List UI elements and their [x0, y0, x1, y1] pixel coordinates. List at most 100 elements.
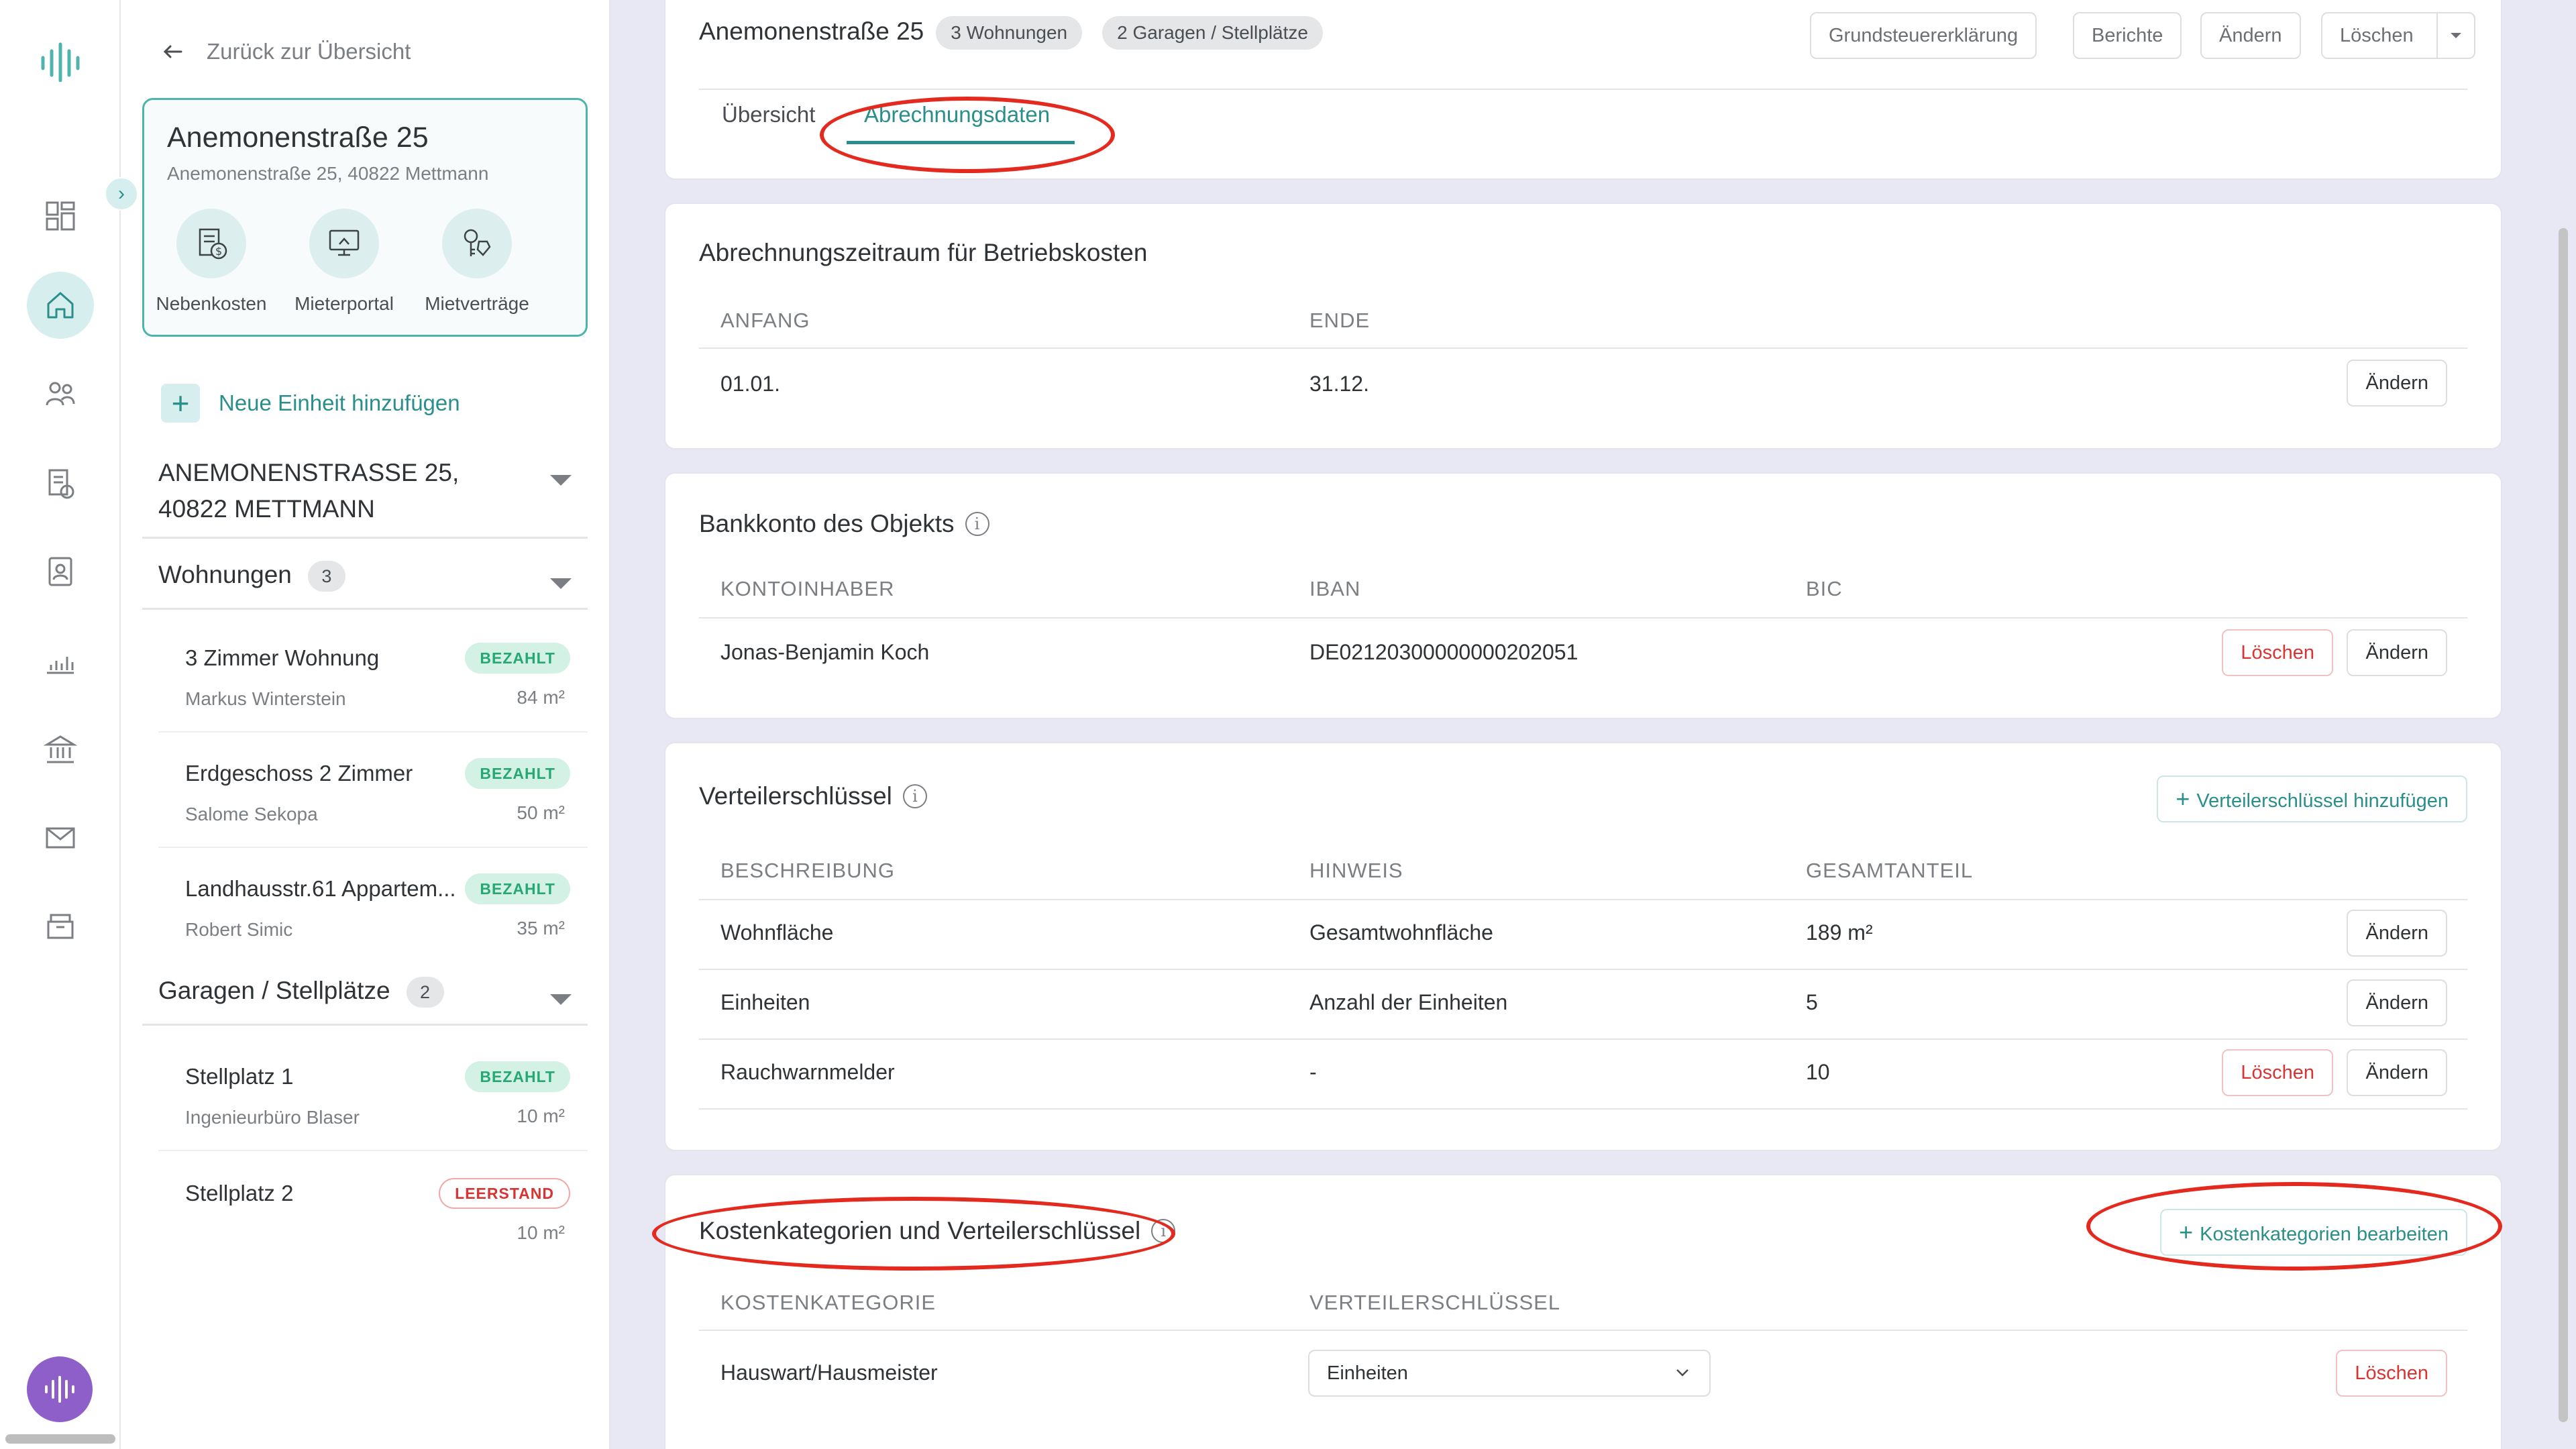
unit-list-item[interactable]: 3 Zimmer Wohnung BEZAHLT Markus Winterst… — [158, 633, 588, 733]
delete-property-label: Löschen — [2340, 25, 2414, 46]
divider — [142, 608, 588, 610]
chart-icon[interactable] — [27, 627, 94, 694]
monitor-icon — [309, 209, 379, 278]
unit-tenant: Ingenieurbüro Blaser — [185, 1107, 360, 1128]
status-badge: BEZAHLT — [465, 643, 570, 674]
archive-icon[interactable] — [27, 892, 94, 959]
plus-icon: + — [161, 384, 200, 423]
garages-count-badge: 2 — [406, 977, 444, 1008]
info-icon[interactable]: i — [965, 512, 989, 536]
divider — [158, 1150, 588, 1151]
status-badge: BEZAHLT — [465, 873, 570, 904]
unit-list-item[interactable]: Stellplatz 1 BEZAHLT Ingenieurbüro Blase… — [158, 1052, 588, 1151]
property-address: Anemonenstraße 25, 40822 Mettmann — [167, 163, 489, 184]
info-icon[interactable]: i — [902, 784, 927, 808]
plus-icon: + — [2176, 785, 2190, 812]
vertical-scrollbar[interactable] — [2559, 228, 2568, 1422]
garages-tag: 2 Garagen / Stellplätze — [1102, 16, 1323, 50]
key-total: 10 — [1806, 1060, 1830, 1084]
property-card[interactable]: Anemonenstraße 25 Anemonenstraße 25, 408… — [142, 98, 588, 337]
edit-key-button[interactable]: Ändern — [2347, 910, 2447, 957]
building-title-line1: ANEMONENSTRASSE 25, — [158, 459, 460, 486]
unit-size: 10 m² — [517, 1222, 565, 1243]
arrow-left-icon — [163, 45, 182, 58]
unit-list-item[interactable]: Landhausstr.61 Appartem... BEZAHLT Rober… — [158, 864, 588, 963]
unit-list-item[interactable]: Erdgeschoss 2 Zimmer BEZAHLT Salome Seko… — [158, 749, 588, 848]
mieterportal-label: Mieterportal — [294, 293, 394, 314]
distribution-key-select-value: Einheiten — [1327, 1362, 1408, 1384]
billing-period-title: Abrechnungszeitraum für Betriebskosten — [699, 239, 1148, 266]
billing-icon[interactable] — [27, 450, 94, 517]
mietvertraege-action[interactable]: Mietverträge — [410, 209, 544, 315]
dropdown-caret-icon[interactable] — [2436, 13, 2474, 58]
nebenkosten-action[interactable]: $ Nebenkosten — [144, 209, 278, 315]
garages-group-header[interactable]: Garagen / Stellplätze 2 — [158, 977, 588, 1008]
back-link-label: Zurück zur Übersicht — [207, 39, 411, 64]
building-group-header[interactable]: ANEMONENSTRASSE 25, 40822 METTMANN — [158, 455, 588, 527]
mail-icon[interactable] — [27, 804, 94, 871]
home-icon[interactable] — [27, 272, 94, 339]
nebenkosten-label: Nebenkosten — [156, 293, 267, 314]
horizontal-scrollbar[interactable] — [5, 1434, 115, 1444]
edit-bank-account-button[interactable]: Ändern — [2347, 629, 2447, 676]
expand-sidebar-chevron-icon[interactable]: › — [105, 177, 138, 211]
unit-size: 35 m² — [517, 918, 565, 938]
voice-assistant-icon[interactable] — [27, 1356, 93, 1422]
tax-declaration-button[interactable]: Grundsteuererklärung — [1810, 12, 2037, 59]
delete-property-button[interactable]: Löschen — [2321, 12, 2475, 59]
logo-icon[interactable] — [39, 42, 82, 83]
column-header-start: ANFANG — [720, 309, 810, 332]
mieterportal-action[interactable]: Mieterportal — [277, 209, 411, 315]
edit-cost-categories-button[interactable]: + Kostenkategorien bearbeiten — [2160, 1209, 2467, 1256]
column-header-category: KOSTENKATEGORIE — [720, 1291, 936, 1314]
column-header-holder: KONTOINHABER — [720, 577, 895, 600]
tab-billing-data[interactable]: Abrechnungsdaten — [864, 102, 1050, 127]
key-hint: Anzahl der Einheiten — [1309, 990, 1508, 1014]
reports-button[interactable]: Berichte — [2073, 12, 2182, 59]
unit-name: Landhausstr.61 Appartem... — [185, 876, 456, 901]
apartments-group-header[interactable]: Wohnungen 3 — [158, 561, 588, 592]
divider — [699, 617, 2467, 619]
unit-name: Stellplatz 1 — [185, 1064, 294, 1089]
unit-name: Erdgeschoss 2 Zimmer — [185, 761, 413, 786]
unit-name: 3 Zimmer Wohnung — [185, 645, 380, 670]
info-icon[interactable]: i — [1151, 1219, 1176, 1243]
distribution-key-select[interactable]: Einheiten — [1308, 1350, 1711, 1397]
edit-billing-period-button[interactable]: Ändern — [2347, 360, 2447, 407]
divider — [142, 537, 588, 539]
bank-account-title-row: Bankkonto des Objekts i — [699, 510, 989, 538]
key-total: 5 — [1806, 990, 1818, 1014]
delete-key-button[interactable]: Löschen — [2222, 1049, 2333, 1096]
dashboard-icon[interactable] — [27, 182, 94, 250]
unit-list-item[interactable]: Stellplatz 2 LEERSTAND 10 m² — [158, 1169, 588, 1268]
contact-card-icon[interactable] — [27, 538, 94, 605]
divider — [699, 1108, 2467, 1110]
cost-categories-title: Kostenkategorien und Verteilerschlüssel — [699, 1217, 1141, 1244]
add-unit-button[interactable]: + Neue Einheit hinzufügen — [161, 384, 460, 423]
divider — [699, 969, 2467, 970]
building-title-line2: 40822 METTMANN — [158, 495, 375, 523]
key-description: Wohnfläche — [720, 920, 834, 945]
unit-name: Stellplatz 2 — [185, 1181, 294, 1205]
back-to-overview-link[interactable]: Zurück zur Übersicht — [161, 39, 411, 64]
column-header-total: GESAMTANTEIL — [1806, 859, 1974, 882]
edit-key-button[interactable]: Ändern — [2347, 979, 2447, 1026]
bank-account-title: Bankkonto des Objekts — [699, 510, 955, 537]
unit-tenant: Salome Sekopa — [185, 804, 318, 824]
icon-rail — [0, 0, 121, 1449]
add-distribution-key-button[interactable]: + Verteilerschlüssel hinzufügen — [2157, 775, 2467, 822]
apartments-group-title: Wohnungen — [158, 561, 292, 588]
divider — [142, 1024, 588, 1026]
column-header-hint: HINWEIS — [1309, 859, 1403, 882]
people-icon[interactable] — [27, 361, 94, 428]
property-sidebar: Zurück zur Übersicht › Anemonenstraße 25… — [105, 0, 610, 1449]
bank-icon[interactable] — [27, 716, 94, 784]
delete-bank-account-button[interactable]: Löschen — [2222, 629, 2333, 676]
edit-property-button[interactable]: Ändern — [2200, 12, 2301, 59]
tab-overview[interactable]: Übersicht — [722, 102, 815, 127]
edit-key-button[interactable]: Ändern — [2347, 1049, 2447, 1096]
bank-account-card: Bankkonto des Objekts i KONTOINHABER IBA… — [664, 472, 2502, 719]
delete-cost-category-button[interactable]: Löschen — [2336, 1350, 2447, 1397]
distribution-keys-title: Verteilerschlüssel — [699, 782, 892, 810]
billing-end-value: 31.12. — [1309, 372, 1369, 396]
